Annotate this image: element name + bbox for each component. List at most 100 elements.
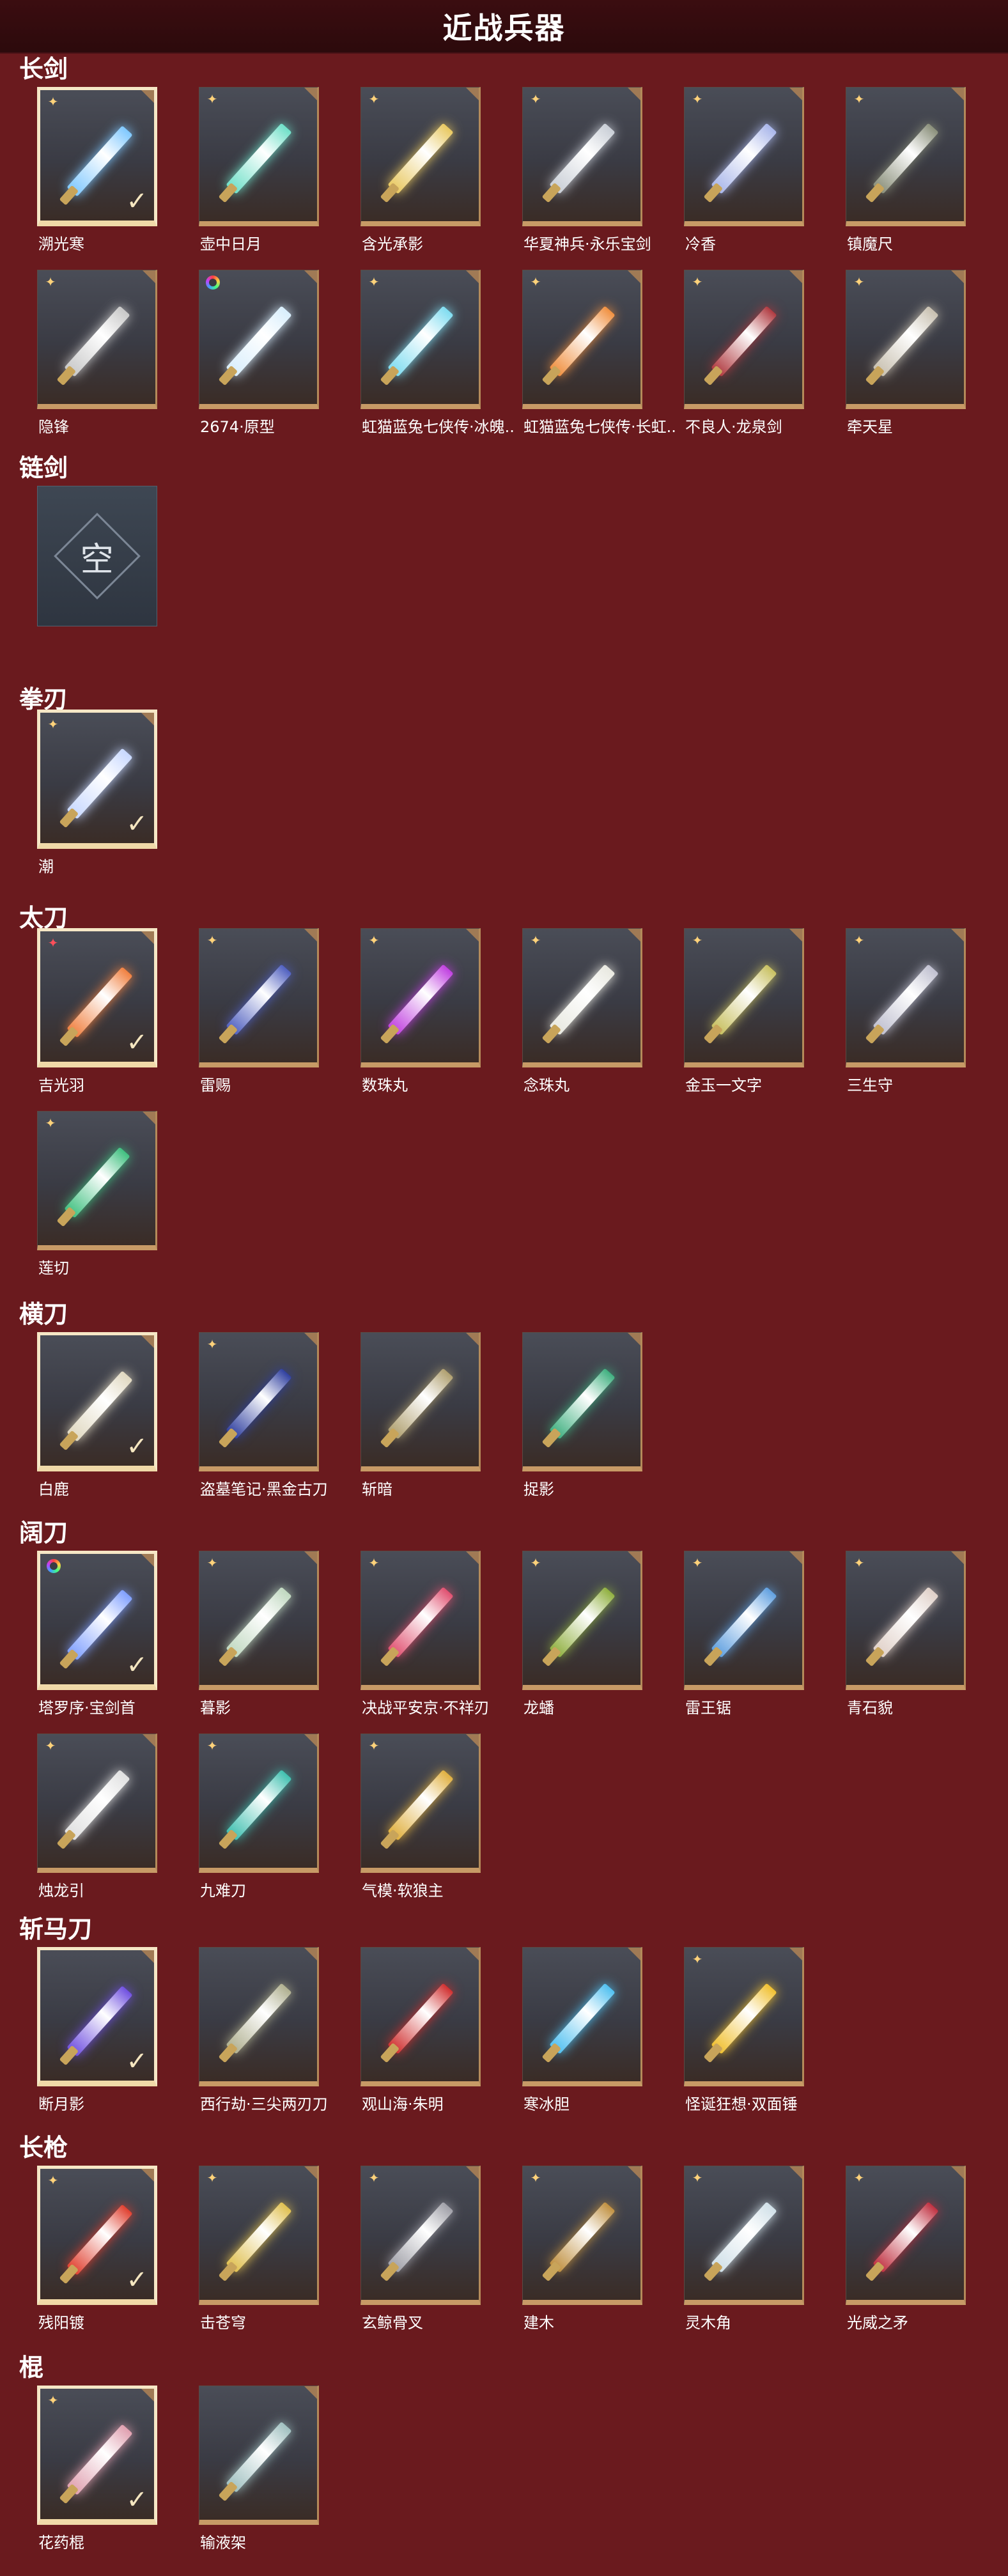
weapon-tile[interactable]: 观山海·朱明 xyxy=(361,1947,486,2113)
weapon-tile[interactable]: ✦ 九难刀 xyxy=(199,1734,324,1900)
weapon-card[interactable]: ✦ xyxy=(199,1734,319,1873)
weapon-card[interactable]: ✦ xyxy=(846,270,966,409)
weapon-tile[interactable]: ✦ 决战平安京·不祥刃 xyxy=(361,1551,490,1717)
weapon-tile[interactable]: ✦ 虹猫蓝兔七侠传·长虹.. xyxy=(522,270,676,436)
weapon-card[interactable]: ✦ xyxy=(199,928,319,1067)
weapon-card[interactable]: ✦ xyxy=(361,2166,481,2305)
weapon-tile[interactable]: ✦ 玄鲸骨叉 xyxy=(361,2166,486,2332)
weapon-tile[interactable]: 输液架 xyxy=(199,2386,324,2552)
sparkle-badge-icon: ✦ xyxy=(368,1555,380,1571)
weapon-tile[interactable]: ✦ 盗墓笔记·黑金古刀 xyxy=(199,1332,328,1498)
weapon-tile[interactable]: ✦ 青石貌 xyxy=(846,1551,971,1717)
weapon-card[interactable]: ✦ xyxy=(684,1947,804,2086)
weapon-card[interactable]: ✦ ✓ xyxy=(37,87,157,226)
weapon-tile[interactable]: ✦ 雷赐 xyxy=(199,928,324,1094)
weapon-card[interactable]: ✦ ✓ xyxy=(37,2166,157,2305)
weapon-card[interactable]: ✦ xyxy=(361,87,481,226)
weapon-card[interactable]: ✦ ✓ xyxy=(37,928,157,1067)
weapon-card[interactable] xyxy=(361,1947,481,2086)
weapon-card[interactable]: ✦ xyxy=(199,87,319,226)
weapon-tile[interactable]: ✦ 灵木角 xyxy=(684,2166,809,2332)
weapon-card[interactable]: ✦ ✓ xyxy=(37,710,157,849)
weapon-card[interactable]: ✦ xyxy=(846,1551,966,1690)
weapon-card[interactable]: ✦ xyxy=(684,270,804,409)
weapon-card[interactable]: ✦ xyxy=(199,1551,319,1690)
weapon-card[interactable]: ✦ xyxy=(37,270,157,409)
sparkle-badge-icon: ✦ xyxy=(206,933,218,948)
weapon-card[interactable]: ✦ xyxy=(361,928,481,1067)
weapon-card[interactable]: ✦ xyxy=(522,1551,642,1690)
weapon-card[interactable] xyxy=(522,1947,642,2086)
weapon-image xyxy=(711,123,777,194)
weapon-tile[interactable]: ✦ ✓ 残阳镀 xyxy=(37,2166,162,2332)
weapon-tile[interactable]: ✦ 光威之矛 xyxy=(846,2166,971,2332)
weapon-tile[interactable]: ✦ 牵天星 xyxy=(846,270,971,436)
weapon-card[interactable]: ✦ xyxy=(361,1734,481,1873)
weapon-tile[interactable]: ✦ 含光承影 xyxy=(361,87,486,253)
weapon-card[interactable] xyxy=(199,2386,319,2525)
weapon-card[interactable] xyxy=(361,1332,481,1471)
weapon-tile[interactable]: 西行劫·三尖两刃刀 xyxy=(199,1947,328,2113)
weapon-card[interactable]: ✦ xyxy=(199,2166,319,2305)
weapon-tile[interactable]: ✦ 念珠丸 xyxy=(522,928,647,1094)
weapon-tile[interactable]: ✦ ✓ 花药棍 xyxy=(37,2386,162,2552)
weapon-tile[interactable]: ✦ 镇魔尺 xyxy=(846,87,971,253)
weapon-card[interactable] xyxy=(522,1332,642,1471)
weapon-card[interactable] xyxy=(199,1947,319,2086)
weapon-tile[interactable]: ✦ 冷香 xyxy=(684,87,809,253)
weapon-card[interactable]: ✦ xyxy=(846,2166,966,2305)
weapon-card[interactable]: ✦ xyxy=(684,1551,804,1690)
weapon-tile[interactable]: ✦ 华夏神兵·永乐宝剑 xyxy=(522,87,651,253)
weapon-card[interactable]: ✦ xyxy=(199,1332,319,1471)
weapon-card[interactable]: ✦ xyxy=(846,87,966,226)
weapon-card[interactable]: ✓ xyxy=(37,1947,157,2086)
weapon-tile[interactable]: ✦ 暮影 xyxy=(199,1551,324,1717)
weapon-tile[interactable]: ✦ 建木 xyxy=(522,2166,647,2332)
weapon-tile[interactable]: ✦ 隐锋 xyxy=(37,270,162,436)
corner-fold-icon xyxy=(951,929,964,942)
weapon-card[interactable]: ✦ xyxy=(522,270,642,409)
weapon-tile[interactable]: ✦ 莲切 xyxy=(37,1111,162,1277)
weapon-tile[interactable]: ✦ 数珠丸 xyxy=(361,928,486,1094)
weapon-tile[interactable]: ✦ ✓ 溯光寒 xyxy=(37,87,162,253)
weapon-card[interactable]: ✦ xyxy=(684,928,804,1067)
weapon-tile[interactable]: ✦ 壶中日月 xyxy=(199,87,324,253)
weapon-tile[interactable]: ✦ 怪诞狂想·双面锤 xyxy=(684,1947,809,2113)
weapon-card[interactable] xyxy=(199,270,319,409)
weapon-card[interactable]: ✦ xyxy=(684,87,804,226)
weapon-card[interactable]: ✦ xyxy=(684,2166,804,2305)
weapon-card[interactable]: ✦ xyxy=(37,1734,157,1873)
weapon-card[interactable]: ✓ xyxy=(37,1332,157,1471)
weapon-tile[interactable]: ✓ 白鹿 xyxy=(37,1332,162,1498)
weapon-tile[interactable]: 斩暗 xyxy=(361,1332,486,1498)
weapon-tile[interactable]: ✦ ✓ 潮 xyxy=(37,710,162,876)
weapon-card[interactable]: ✦ xyxy=(361,270,481,409)
weapon-tile[interactable]: ✦ 雷王锯 xyxy=(684,1551,809,1717)
weapon-tile[interactable]: ✦ 不良人·龙泉剑 xyxy=(684,270,809,436)
weapon-tile[interactable]: ✦ 金玉一文字 xyxy=(684,928,809,1094)
weapon-card[interactable]: ✦ xyxy=(522,87,642,226)
weapon-tile[interactable]: ✦ 虹猫蓝兔七侠传·冰魄.. xyxy=(361,270,515,436)
weapon-tile[interactable]: ✦ 烛龙引 xyxy=(37,1734,162,1900)
weapon-card[interactable]: ✓ xyxy=(37,1551,157,1690)
weapon-tile[interactable]: ✦ 击苍穹 xyxy=(199,2166,324,2332)
weapon-tile[interactable]: 寒冰胆 xyxy=(522,1947,647,2113)
weapon-tile[interactable]: ✦ 三生守 xyxy=(846,928,971,1094)
weapon-tile[interactable]: ✦ ✓ 吉光羽 xyxy=(37,928,162,1094)
weapon-image xyxy=(226,1769,292,1841)
weapon-tile[interactable]: 2674·原型 xyxy=(199,270,324,436)
weapon-name: 虹猫蓝兔七侠传·冰魄.. xyxy=(362,418,515,436)
weapon-tile[interactable]: ✓ 断月影 xyxy=(37,1947,162,2113)
weapon-card[interactable]: ✦ xyxy=(361,1551,481,1690)
weapon-tile[interactable]: ✦ 气模·软狼主 xyxy=(361,1734,486,1900)
weapon-name: 寒冰胆 xyxy=(523,2095,570,2113)
weapon-card[interactable]: ✦ xyxy=(522,2166,642,2305)
weapon-tile[interactable]: ✓ 塔罗序·宝剑首 xyxy=(37,1551,162,1717)
weapon-tile[interactable]: 捉影 xyxy=(522,1332,647,1498)
weapon-card[interactable]: ✦ ✓ xyxy=(37,2386,157,2525)
weapon-name: 光威之矛 xyxy=(847,2314,908,2332)
weapon-card[interactable]: ✦ xyxy=(846,928,966,1067)
weapon-card[interactable]: ✦ xyxy=(37,1111,157,1250)
weapon-tile[interactable]: ✦ 龙蟠 xyxy=(522,1551,647,1717)
weapon-card[interactable]: ✦ xyxy=(522,928,642,1067)
